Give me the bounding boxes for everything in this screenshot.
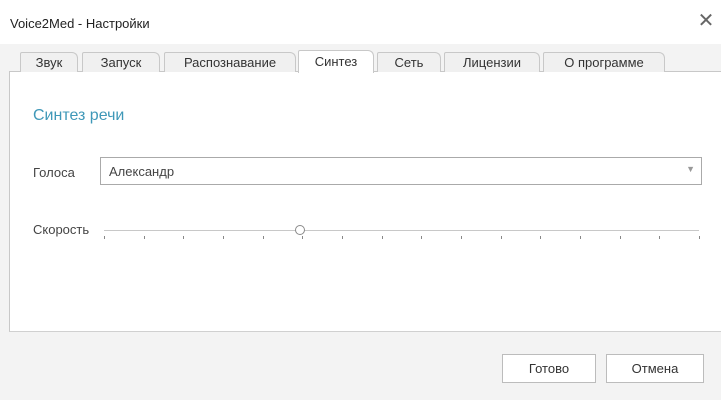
tab-about[interactable]: О программе xyxy=(543,52,665,72)
slider-tick xyxy=(143,236,145,239)
slider-tick xyxy=(619,236,621,239)
slider-tick xyxy=(421,236,423,239)
slider-tick xyxy=(183,236,185,239)
settings-dialog: Voice2Med - Настройки ✕ Звук Запуск Расп… xyxy=(0,0,721,400)
slider-tick xyxy=(381,236,383,239)
window-title: Voice2Med - Настройки xyxy=(10,16,150,31)
done-button[interactable]: Готово xyxy=(502,354,596,383)
close-icon[interactable]: ✕ xyxy=(695,10,717,32)
slider-tick xyxy=(342,236,343,239)
speed-slider[interactable] xyxy=(100,218,703,248)
voices-label: Голоса xyxy=(33,165,75,180)
slider-tick xyxy=(223,236,224,239)
chevron-down-icon: ▼ xyxy=(686,164,695,174)
slider-tick xyxy=(580,236,581,239)
voices-selected-value: Александр xyxy=(109,164,175,179)
slider-tick xyxy=(500,236,502,239)
speed-label: Скорость xyxy=(33,222,90,237)
slider-tick xyxy=(540,236,542,239)
tab-startup[interactable]: Запуск xyxy=(82,52,160,72)
slider-tick xyxy=(699,236,700,239)
tab-recognition[interactable]: Распознавание xyxy=(164,52,296,72)
slider-track xyxy=(104,230,699,231)
slider-tick xyxy=(302,236,304,239)
slider-thumb[interactable] xyxy=(295,225,306,235)
cancel-button[interactable]: Отмена xyxy=(606,354,704,383)
tab-sound[interactable]: Звук xyxy=(20,52,78,72)
tab-synthesis[interactable]: Синтез xyxy=(298,50,374,73)
slider-tick xyxy=(461,236,462,239)
slider-tick xyxy=(659,236,661,239)
title-bar: Voice2Med - Настройки ✕ xyxy=(0,0,721,45)
tab-licenses[interactable]: Лицензии xyxy=(444,52,540,72)
slider-tick xyxy=(104,236,105,239)
tab-network[interactable]: Сеть xyxy=(377,52,441,72)
voices-select[interactable]: Александр ▼ xyxy=(100,157,702,185)
section-title: Синтез речи xyxy=(33,107,125,124)
slider-tick xyxy=(262,236,264,239)
